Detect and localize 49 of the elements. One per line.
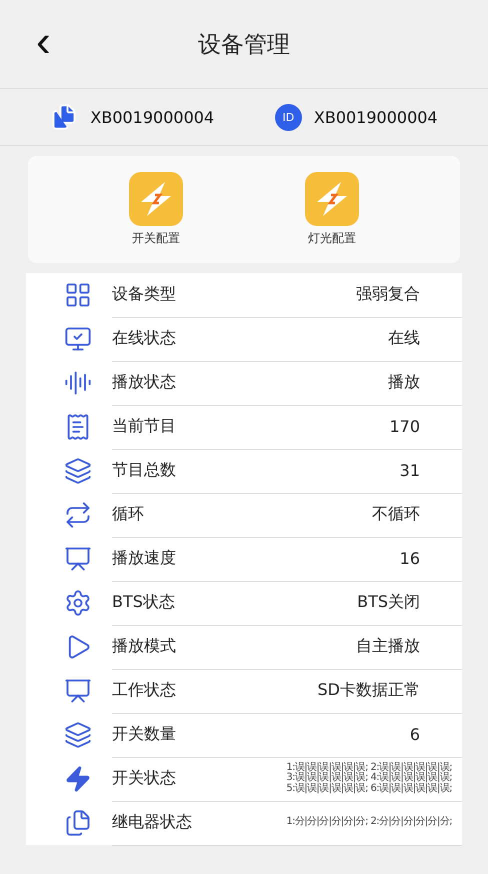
row-label: 循环 xyxy=(112,504,144,525)
row-value: 170 xyxy=(389,417,420,436)
row-value: 播放 xyxy=(388,372,420,393)
page-title: 设备管理 xyxy=(198,30,290,60)
lightning-app-icon xyxy=(129,172,183,226)
row-label: 节目总数 xyxy=(112,460,176,481)
lightning-icon xyxy=(64,765,92,793)
row-value: 强弱复合 xyxy=(356,284,420,305)
row-value: 31 xyxy=(400,461,420,480)
row-label: BTS状态 xyxy=(112,592,175,613)
board-icon xyxy=(64,545,92,573)
config-button[interactable]: 灯光配置 xyxy=(305,172,359,247)
layers-icon xyxy=(64,457,92,485)
grid-icon xyxy=(64,281,92,309)
files-icon xyxy=(64,809,92,837)
row-label: 播放速度 xyxy=(112,548,176,569)
layers-icon xyxy=(64,721,92,749)
row-value: SD卡数据正常 xyxy=(318,680,420,701)
settings-icon xyxy=(64,589,92,617)
row-label: 播放状态 xyxy=(112,372,176,393)
row-label: 工作状态 xyxy=(112,680,176,701)
row-label: 设备类型 xyxy=(112,284,176,305)
row-label: 在线状态 xyxy=(112,328,176,349)
id-badge: ID xyxy=(274,104,302,130)
row-value: 不循环 xyxy=(372,504,420,525)
row-value: 16 xyxy=(400,549,420,568)
row-value: BTS关闭 xyxy=(357,592,420,613)
device-code: XB0019000004 xyxy=(314,108,438,126)
document-icon xyxy=(50,103,78,131)
row-label: 当前节目 xyxy=(112,416,176,437)
row-label: 播放模式 xyxy=(112,636,176,657)
status-line: 3:误|误|误|误|误|误; 4:误|误|误|误|误|误; xyxy=(286,773,452,784)
row-value: 在线 xyxy=(388,328,420,349)
chart-monitor-icon xyxy=(64,677,92,705)
status-line: 1:误|误|误|误|误|误; 2:误|误|误|误|误|误; xyxy=(286,762,452,773)
status-line: 5:误|误|误|误|误|误; 6:误|误|误|误|误|误; xyxy=(286,784,452,794)
repeat-icon xyxy=(64,501,92,529)
row-label: 继电器状态 xyxy=(112,812,192,833)
monitor-check-icon xyxy=(64,325,92,353)
back-button[interactable]: ‹ xyxy=(30,22,57,62)
row-value: 自主播放 xyxy=(356,636,420,657)
row-label: 开关数量 xyxy=(112,724,176,745)
config-button[interactable]: 开关配置 xyxy=(129,172,183,247)
device-code: XB0019000004 xyxy=(90,108,214,126)
status-line: 1:分|分|分|分|分|分; 2:分|分|分|分|分|分; xyxy=(286,817,452,828)
audio-bars-icon xyxy=(64,369,92,397)
row-value: 6 xyxy=(410,725,420,744)
row-label: 开关状态 xyxy=(112,768,176,789)
lightning-app-icon xyxy=(305,172,359,226)
